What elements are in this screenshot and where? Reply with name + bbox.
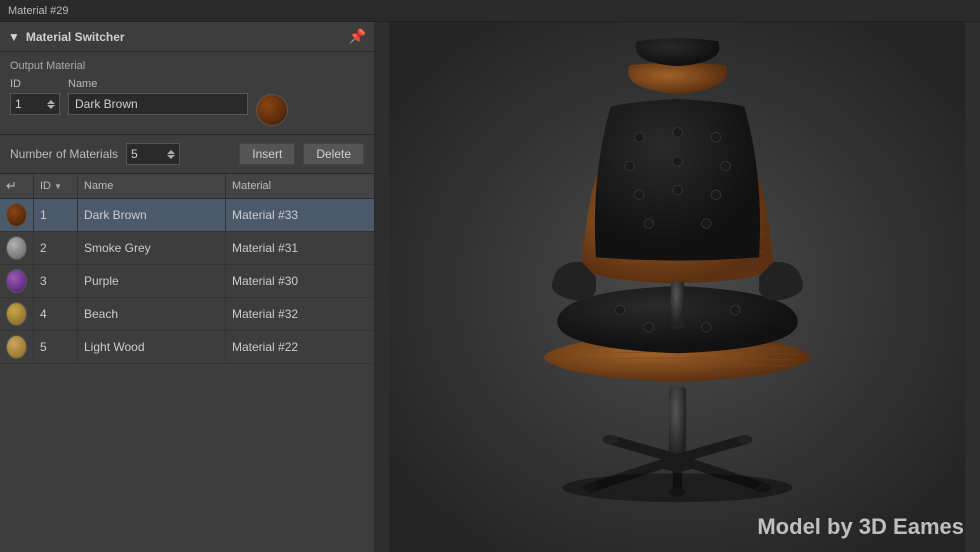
row-id: 5 xyxy=(40,340,47,354)
table-row[interactable]: 1 Dark Brown Material #33 xyxy=(0,199,374,232)
row-material-cell: Material #33 xyxy=(226,199,374,231)
row-swatch xyxy=(6,335,27,359)
row-name-cell: Light Wood xyxy=(78,331,226,363)
row-material: Material #33 xyxy=(232,208,298,222)
row-material-cell: Material #31 xyxy=(226,232,374,264)
count-spinner-down[interactable] xyxy=(167,155,175,159)
th-swatch[interactable]: ↵ xyxy=(0,174,34,198)
main-content: ▼ Material Switcher 📌 Output Material ID xyxy=(0,22,980,552)
row-name: Dark Brown xyxy=(84,208,147,222)
id-col-label: ID xyxy=(10,78,60,90)
delete-button[interactable]: Delete xyxy=(303,143,364,165)
th-id-label: ID xyxy=(40,180,51,192)
row-swatch-cell xyxy=(0,232,34,264)
collapse-arrow-icon[interactable]: ▼ xyxy=(8,30,20,44)
row-swatch xyxy=(6,269,27,293)
chair-render xyxy=(375,22,980,552)
row-material-cell: Material #32 xyxy=(226,298,374,330)
row-id: 4 xyxy=(40,307,47,321)
title-label: Material #29 xyxy=(8,5,69,17)
row-id-cell: 1 xyxy=(34,199,78,231)
panel-title-area: ▼ Material Switcher xyxy=(8,30,125,44)
row-name: Smoke Grey xyxy=(84,241,151,255)
id-col: ID xyxy=(10,78,60,115)
output-material-swatch[interactable] xyxy=(256,94,288,126)
row-name-cell: Purple xyxy=(78,265,226,297)
th-name[interactable]: Name xyxy=(78,174,226,198)
row-swatch-cell xyxy=(0,331,34,363)
th-name-label: Name xyxy=(84,180,113,192)
output-material-section: Output Material ID Name xyxy=(0,52,374,135)
row-swatch-cell xyxy=(0,199,34,231)
id-input[interactable] xyxy=(15,97,43,111)
row-id: 2 xyxy=(40,241,47,255)
row-id-cell: 2 xyxy=(34,232,78,264)
id-spinner-up[interactable] xyxy=(47,100,55,104)
id-spinner-down[interactable] xyxy=(47,105,55,109)
count-label: Number of Materials xyxy=(10,147,118,161)
insert-button[interactable]: Insert xyxy=(239,143,295,165)
row-material-cell: Material #30 xyxy=(226,265,374,297)
row-name-cell: Dark Brown xyxy=(78,199,226,231)
row-swatch-cell xyxy=(0,265,34,297)
table-row[interactable]: 2 Smoke Grey Material #31 xyxy=(0,232,374,265)
table-header: ↵ ID ▼ Name Material xyxy=(0,174,374,199)
row-swatch xyxy=(6,203,27,227)
watermark-text: Model by 3D Eames xyxy=(757,514,964,540)
panel-header: ▼ Material Switcher 📌 xyxy=(0,22,374,52)
count-spinner-up[interactable] xyxy=(167,150,175,154)
count-input[interactable] xyxy=(131,147,157,161)
row-name: Purple xyxy=(84,274,119,288)
th-material[interactable]: Material xyxy=(226,174,374,198)
name-col-label: Name xyxy=(68,78,248,90)
id-spinner-arrows xyxy=(47,100,55,109)
id-spinner[interactable] xyxy=(10,93,60,115)
row-name-cell: Beach xyxy=(78,298,226,330)
row-name-cell: Smoke Grey xyxy=(78,232,226,264)
row-swatch xyxy=(6,302,27,326)
row-material: Material #30 xyxy=(232,274,298,288)
table-body: 1 Dark Brown Material #33 2 Smoke Grey M… xyxy=(0,199,374,364)
row-name: Light Wood xyxy=(84,340,145,354)
table-row[interactable]: 4 Beach Material #32 xyxy=(0,298,374,331)
cursor-header-icon: ↵ xyxy=(6,178,17,194)
pin-icon[interactable]: 📌 xyxy=(349,28,366,45)
row-name: Beach xyxy=(84,307,118,321)
th-material-label: Material xyxy=(232,180,271,192)
name-input[interactable] xyxy=(68,93,248,115)
output-row: ID Name xyxy=(10,78,364,126)
sort-icon: ▼ xyxy=(54,182,62,191)
row-swatch xyxy=(6,236,27,260)
row-swatch-cell xyxy=(0,298,34,330)
row-material-cell: Material #22 xyxy=(226,331,374,363)
table-row[interactable]: 5 Light Wood Material #22 xyxy=(0,331,374,364)
row-id-cell: 5 xyxy=(34,331,78,363)
title-bar: Material #29 xyxy=(0,0,980,22)
table-row[interactable]: 3 Purple Material #30 xyxy=(0,265,374,298)
row-id-cell: 3 xyxy=(34,265,78,297)
row-material: Material #31 xyxy=(232,241,298,255)
row-id-cell: 4 xyxy=(34,298,78,330)
row-material: Material #32 xyxy=(232,307,298,321)
row-material: Material #22 xyxy=(232,340,298,354)
chair-svg xyxy=(375,22,980,552)
row-id: 1 xyxy=(40,208,47,222)
left-panel: ▼ Material Switcher 📌 Output Material ID xyxy=(0,22,375,552)
materials-table: ↵ ID ▼ Name Material 1 xyxy=(0,174,374,552)
row-id: 3 xyxy=(40,274,47,288)
th-id[interactable]: ID ▼ xyxy=(34,174,78,198)
count-spinner[interactable] xyxy=(126,143,180,165)
count-spinner-arrows xyxy=(167,150,175,159)
name-col: Name xyxy=(68,78,248,115)
swatch-col xyxy=(256,78,288,126)
panel-title-label: Material Switcher xyxy=(26,30,125,44)
count-section: Number of Materials Insert Delete xyxy=(0,135,374,174)
right-panel: Model by 3D Eames xyxy=(375,22,980,552)
output-section-label: Output Material xyxy=(10,60,364,72)
